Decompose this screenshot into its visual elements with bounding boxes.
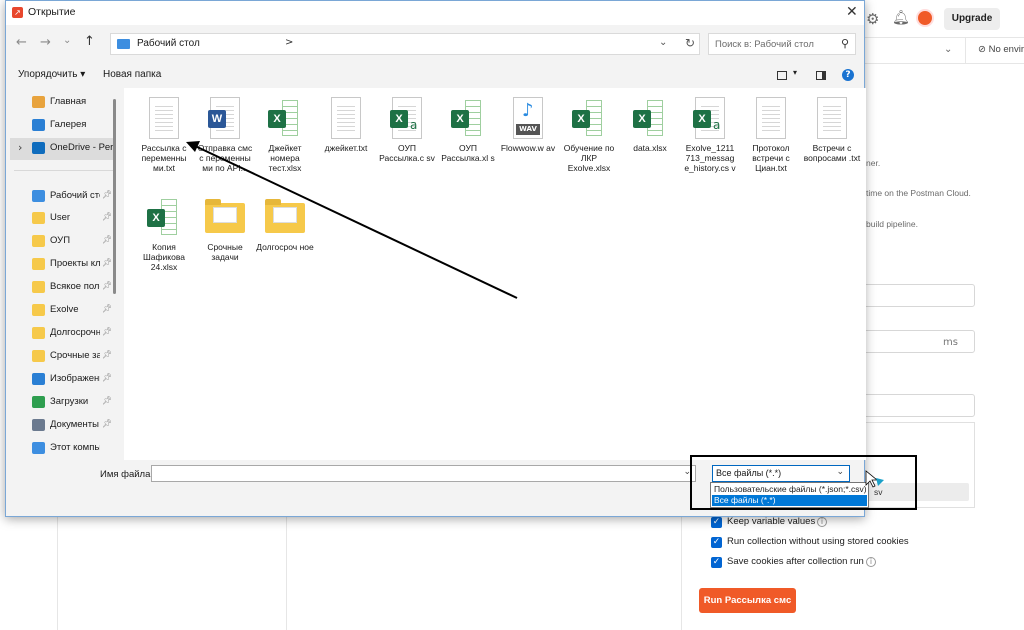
annotation-arrow bbox=[186, 141, 884, 488]
mouse-cursor-icon bbox=[865, 470, 884, 488]
